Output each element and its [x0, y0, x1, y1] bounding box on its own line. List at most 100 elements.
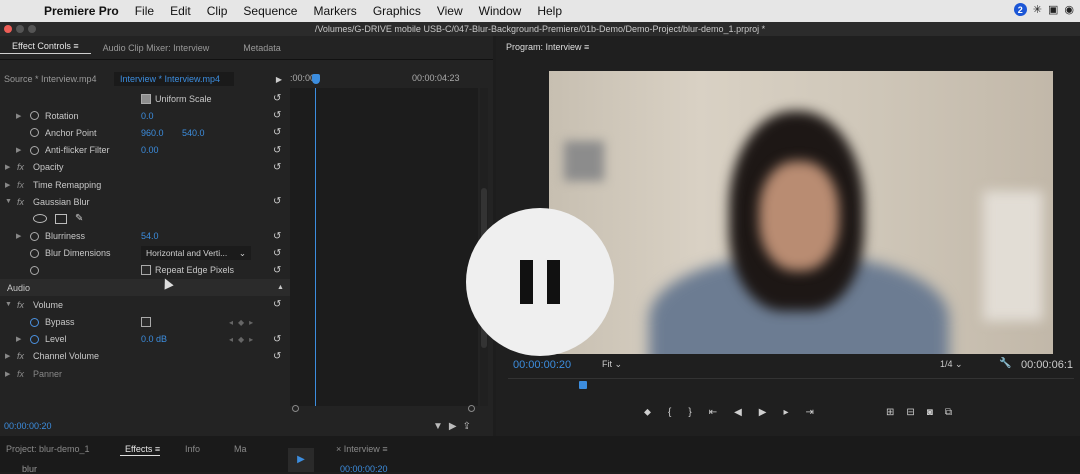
program-time-ruler[interactable]: [508, 378, 1074, 392]
minimize-window-icon[interactable]: [16, 25, 24, 33]
add-marker-icon[interactable]: ⬥: [644, 407, 651, 418]
menu-graphics[interactable]: Graphics: [365, 4, 429, 18]
zoom-window-icon[interactable]: [28, 25, 36, 33]
opacity-row[interactable]: ▶ fx Opacity ↺: [0, 159, 290, 176]
tab-program-monitor[interactable]: Program: Interview ≡: [506, 42, 589, 52]
step-back-icon[interactable]: ◀: [734, 407, 742, 418]
tab-metadata[interactable]: Metadata: [221, 43, 293, 53]
fx-icon[interactable]: fx: [17, 300, 24, 310]
panel-menu-icon[interactable]: ≡: [155, 444, 160, 454]
reset-icon[interactable]: ↺: [273, 248, 281, 259]
menu-help[interactable]: Help: [529, 4, 570, 18]
comparison-view-icon[interactable]: ⧉: [945, 407, 952, 418]
sequence-timecode[interactable]: 00:00:00:20: [340, 464, 388, 474]
fx-icon[interactable]: fx: [17, 351, 24, 361]
go-to-out-icon[interactable]: ⇥: [806, 407, 814, 418]
export-icon[interactable]: ⇪: [463, 421, 477, 432]
collapse-triangle-icon[interactable]: ▼: [5, 198, 12, 205]
effect-controls-timecode[interactable]: 00:00:00:20: [4, 421, 52, 431]
anchor-x-value[interactable]: 960.0: [141, 128, 164, 138]
gaussian-blur-row[interactable]: ▼ fx Gaussian Blur ↺: [0, 193, 290, 210]
panel-menu-icon[interactable]: ≡: [584, 42, 589, 52]
sequence-clip-label[interactable]: Interview * Interview.mp4: [114, 72, 234, 86]
record-icon[interactable]: ◉: [1064, 3, 1074, 16]
tab-project[interactable]: Project: blur-demo_1: [6, 444, 90, 454]
wrench-icon[interactable]: 🔧: [999, 358, 1011, 369]
stopwatch-icon[interactable]: [30, 317, 39, 327]
menu-sequence[interactable]: Sequence: [235, 4, 305, 18]
playback-resolution-dropdown[interactable]: 1/4 ⌄: [940, 359, 963, 370]
stopwatch-icon[interactable]: [30, 128, 39, 138]
camera-icon[interactable]: ▣: [1048, 3, 1058, 16]
ellipse-mask-icon[interactable]: [33, 214, 47, 224]
repeat-edge-checkbox[interactable]: [141, 265, 151, 276]
fx-icon[interactable]: fx: [17, 197, 24, 207]
keyframe-navigator-icon[interactable]: ◂◆▸: [229, 318, 258, 327]
selection-tool-icon[interactable]: ▶: [288, 448, 314, 472]
reset-icon[interactable]: ↺: [273, 93, 281, 104]
stopwatch-icon[interactable]: [30, 145, 39, 155]
expand-triangle-icon[interactable]: ▶: [16, 232, 21, 240]
uniform-scale-checkbox[interactable]: [141, 93, 151, 104]
pause-button[interactable]: [466, 208, 614, 356]
video-preview[interactable]: [549, 71, 1053, 354]
tab-markers[interactable]: Ma: [234, 444, 247, 454]
expand-triangle-icon[interactable]: ▶: [16, 335, 21, 343]
collapse-arrow-icon[interactable]: ▲: [277, 284, 284, 291]
close-icon[interactable]: ×: [336, 444, 341, 454]
filter-icon[interactable]: ▼: [433, 421, 449, 432]
notification-badge[interactable]: 2: [1013, 3, 1027, 16]
menu-clip[interactable]: Clip: [199, 4, 236, 18]
collapse-triangle-icon[interactable]: ▼: [5, 301, 12, 308]
menu-window[interactable]: Window: [471, 4, 530, 18]
expand-triangle-icon[interactable]: ▶: [5, 181, 10, 189]
zoom-level-dropdown[interactable]: Fit ⌄: [602, 359, 622, 370]
reset-icon[interactable]: ↺: [273, 231, 281, 242]
go-to-in-icon[interactable]: ⇤: [709, 407, 717, 418]
tab-sequence[interactable]: × Interview ≡: [336, 444, 388, 454]
volume-row[interactable]: ▼ fx Volume ↺: [0, 296, 290, 313]
tab-audio-clip-mixer[interactable]: Audio Clip Mixer: Interview: [91, 43, 222, 53]
close-window-icon[interactable]: [4, 25, 12, 33]
anti-flicker-value[interactable]: 0.00: [141, 145, 159, 155]
play-icon[interactable]: ▶: [759, 407, 767, 418]
fx-icon[interactable]: fx: [17, 162, 24, 172]
expand-triangle-icon[interactable]: ▶: [5, 163, 10, 171]
expand-arrow-icon[interactable]: ▶: [276, 75, 282, 84]
menu-edit[interactable]: Edit: [162, 4, 199, 18]
keyframe-area[interactable]: [290, 88, 478, 406]
playhead-marker[interactable]: [579, 381, 587, 389]
expand-triangle-icon[interactable]: ▶: [16, 112, 21, 120]
expand-triangle-icon[interactable]: ▶: [5, 370, 10, 378]
panner-row[interactable]: ▶ fx Panner: [0, 365, 290, 382]
source-clip-label[interactable]: Source * Interview.mp4: [0, 74, 114, 84]
stopwatch-icon[interactable]: [30, 231, 39, 241]
extract-icon[interactable]: ⊟: [906, 407, 914, 418]
reset-icon[interactable]: ↺: [273, 334, 281, 345]
stopwatch-icon[interactable]: [30, 111, 39, 121]
status-icon[interactable]: ✳: [1033, 3, 1042, 16]
reset-icon[interactable]: ↺: [273, 265, 281, 276]
rectangle-mask-icon[interactable]: [55, 213, 67, 224]
menu-view[interactable]: View: [429, 4, 471, 18]
lift-icon[interactable]: ⊞: [886, 407, 894, 418]
playhead-line[interactable]: [315, 88, 316, 406]
reset-icon[interactable]: ↺: [273, 127, 281, 138]
stopwatch-icon[interactable]: [30, 265, 39, 275]
reset-icon[interactable]: ↺: [273, 196, 281, 207]
reset-icon[interactable]: ↺: [273, 145, 281, 156]
mini-timeline-ruler[interactable]: :00:00 00:00:04:23: [290, 70, 490, 88]
export-frame-icon[interactable]: ◙: [927, 407, 933, 418]
keyframe-navigator-icon[interactable]: ◂◆▸: [229, 335, 258, 344]
step-forward-icon[interactable]: ▸: [783, 407, 788, 418]
menu-file[interactable]: File: [127, 4, 162, 18]
bypass-checkbox[interactable]: [141, 317, 151, 328]
pen-mask-icon[interactable]: ✎: [75, 213, 83, 224]
tab-effects[interactable]: Effects ≡: [125, 444, 160, 454]
reset-icon[interactable]: ↺: [273, 110, 281, 121]
menu-premiere-pro[interactable]: Premiere Pro: [36, 4, 127, 18]
expand-triangle-icon[interactable]: ▶: [16, 146, 21, 154]
panel-menu-icon[interactable]: ≡: [73, 41, 78, 51]
mark-out-icon[interactable]: }: [688, 407, 691, 418]
reset-icon[interactable]: ↺: [273, 351, 281, 362]
